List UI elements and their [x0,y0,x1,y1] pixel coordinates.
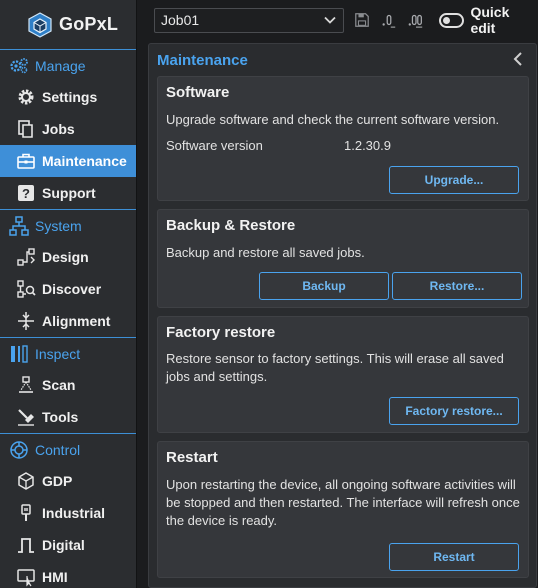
job-select-value: Job01 [161,12,200,28]
restart-card: Restart Upon restarting the device, all … [157,441,529,578]
job-select[interactable]: Job01 [154,7,344,33]
svg-text:?: ? [22,186,30,201]
collapse-panel-icon[interactable] [510,51,526,67]
backup-restore-card: Backup & Restore Backup and restore all … [157,209,529,308]
gear-icon [16,87,36,107]
card-title: Factory restore [166,324,276,341]
sidebar-group-system: System [0,209,136,241]
sidebar-item-label: Discover [42,281,102,297]
card-title: Restart [166,449,218,466]
sidebar-group-label: Manage [35,57,86,74]
tools-icon [16,407,36,427]
sidebar: GoPxL Manage Settings Jobs Maintenance ?… [0,0,137,588]
sidebar-group-label: System [35,217,82,234]
sidebar-item-settings[interactable]: Settings [0,81,136,113]
sidebar-item-design[interactable]: Design [0,241,136,273]
card-title: Backup & Restore [166,217,296,234]
panel-header: Maintenance [149,44,536,76]
sidebar-item-label: Industrial [42,505,106,521]
quick-edit-toggle[interactable] [438,12,465,28]
save-icon[interactable] [353,11,371,29]
card-description: Restore sensor to factory settings. This… [166,351,504,384]
sidebar-group-label: Inspect [35,345,81,362]
alignment-icon [16,311,36,331]
toolbar: Job01 Quick edit [147,0,538,40]
backup-button[interactable]: Backup [259,272,389,300]
question-icon: ? [16,183,36,203]
sidebar-item-gdp[interactable]: GDP [0,465,136,497]
scan-icon [16,375,36,395]
sidebar-item-label: Alignment [42,313,111,329]
industrial-icon [16,503,36,523]
sidebar-item-label: Support [42,185,96,201]
sidebar-item-label: Maintenance [42,153,127,169]
sidebar-item-maintenance[interactable]: Maintenance [0,145,136,177]
gdp-icon [16,471,36,491]
documents-icon [16,119,36,139]
upgrade-button[interactable]: Upgrade... [389,166,519,194]
card-description: Backup and restore all saved jobs. [166,245,365,260]
software-version-label: Software version [166,138,263,153]
inspect-icon [9,344,29,364]
sidebar-group-control: Control [0,433,136,465]
sidebar-group-label: Control [35,441,81,458]
quick-edit-label: Quick edit [470,4,510,36]
sidebar-item-label: Digital [42,537,85,553]
sidebar-item-label: HMI [42,569,68,585]
card-description: Upgrade software and check the current s… [166,112,500,127]
logo: GoPxL [0,0,136,49]
card-description: Upon restarting the device, all ongoing … [166,477,520,528]
sidebar-item-label: Tools [42,409,79,425]
chevron-down-icon [323,13,337,27]
sidebar-group-inspect: Inspect [0,337,136,369]
design-icon [16,247,36,267]
toolbox-icon [16,151,36,171]
restore-button[interactable]: Restore... [392,272,522,300]
sidebar-item-discover[interactable]: Discover [0,273,136,305]
factory-restore-card: Factory restore Restore sensor to factor… [157,316,529,433]
maintenance-panel: Maintenance Software Upgrade software an… [148,43,537,588]
card-title: Software [166,84,230,101]
cube-logo-icon [27,11,53,38]
software-card: Software Upgrade software and check the … [157,76,529,201]
hmi-icon [16,567,36,587]
sidebar-item-scan[interactable]: Scan [0,369,136,401]
sidebar-item-industrial[interactable]: Industrial [0,497,136,529]
decimal-decrease-icon[interactable] [380,11,398,29]
app-name: GoPxL [59,14,119,34]
sidebar-group-manage: Manage [0,49,136,81]
sidebar-item-digital[interactable]: Digital [0,529,136,561]
sidebar-item-label: Design [42,249,89,265]
discover-icon [16,279,36,299]
factory-restore-button[interactable]: Factory restore... [389,397,519,425]
sidebar-item-label: Jobs [42,121,75,137]
sidebar-item-label: Scan [42,377,76,393]
sidebar-item-label: Settings [42,89,98,105]
page-title: Maintenance [157,51,248,69]
digital-icon [16,535,36,555]
restart-button[interactable]: Restart [389,543,519,571]
decimal-increase-icon[interactable] [407,11,425,29]
gears-icon [9,56,29,76]
sidebar-item-label: GDP [42,473,73,489]
sidebar-item-tools[interactable]: Tools [0,401,136,433]
sidebar-item-jobs[interactable]: Jobs [0,113,136,145]
software-version-value: 1.2.30.9 [344,138,391,153]
sidebar-item-alignment[interactable]: Alignment [0,305,136,337]
network-icon [9,215,29,236]
control-icon [9,440,29,460]
sidebar-item-support[interactable]: ? Support [0,177,136,209]
sidebar-item-hmi[interactable]: HMI [0,561,136,588]
